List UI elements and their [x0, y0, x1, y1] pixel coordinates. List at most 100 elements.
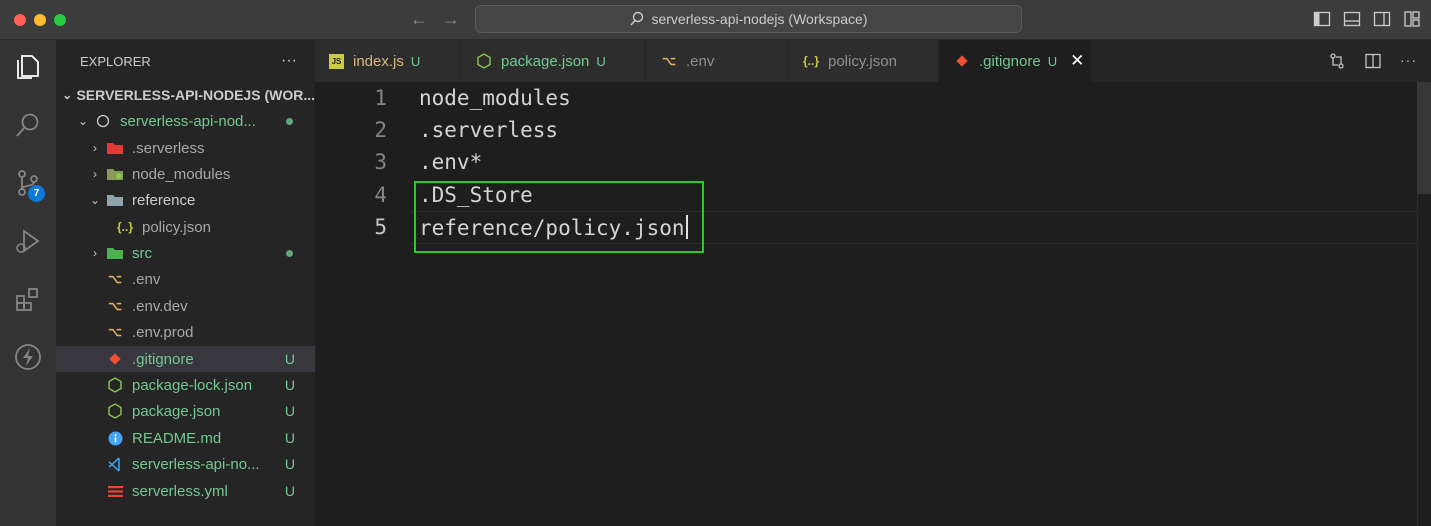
- env-icon: ⌥: [108, 299, 122, 313]
- tab-label: .env: [686, 52, 715, 70]
- tree-item-serverless-yml[interactable]: serverless.yml U: [56, 478, 315, 504]
- open-changes-icon[interactable]: [1328, 52, 1346, 75]
- modified-dot: [286, 117, 293, 125]
- tree-item-src[interactable]: › src: [56, 240, 315, 266]
- window-maximize-button[interactable]: [54, 14, 66, 26]
- tab-env[interactable]: ⌥ .env: [646, 40, 788, 82]
- yaml-icon: [106, 483, 124, 499]
- git-status-untracked: U: [284, 351, 295, 367]
- tree-label: README.md: [132, 429, 222, 447]
- command-center-search[interactable]: serverless-api-nodejs (Workspace): [475, 5, 1022, 33]
- nodejs-icon: [106, 377, 124, 393]
- workspace-label: SERVERLESS-API-NODEJS (WOR...: [76, 87, 315, 103]
- git-icon: [953, 53, 971, 69]
- tree-item-package-json[interactable]: package.json U: [56, 398, 315, 424]
- selection-highlight-box: [414, 181, 704, 253]
- nodejs-icon: [475, 53, 493, 69]
- tree-item-readme[interactable]: README.md U: [56, 425, 315, 451]
- json-icon: {..}: [116, 220, 133, 234]
- tree-item-serverless-folder[interactable]: › .serverless: [56, 135, 315, 161]
- git-status-untracked: U: [284, 456, 295, 472]
- tree-folder-root[interactable]: ⌄ serverless-api-nod...: [56, 108, 315, 134]
- tree-label: serverless-api-nod...: [120, 112, 256, 130]
- editor-tab-bar: JS index.js U package.json U ⌥ .env {..}…: [315, 40, 1431, 82]
- tree-label: .gitignore: [132, 350, 194, 368]
- src-folder-icon: [106, 245, 124, 261]
- git-status-untracked: U: [284, 483, 295, 499]
- tree-label: .env.dev: [132, 297, 188, 315]
- tab-label: package.json: [501, 52, 590, 70]
- tab-package-json[interactable]: package.json U: [461, 40, 646, 82]
- chevron-down-icon: ⌄: [62, 88, 73, 102]
- tree-item-workspace-file[interactable]: serverless-api-no... U: [56, 451, 315, 477]
- tab-status: U: [596, 53, 606, 69]
- line-number: 5: [374, 215, 387, 239]
- node-folder-icon: [106, 166, 124, 182]
- git-status-untracked: U: [284, 430, 295, 446]
- info-icon: [106, 430, 124, 446]
- explorer-header: EXPLORER ···: [56, 40, 315, 82]
- code-editor[interactable]: 1 node_modules 2 .serverless 3 .env* 4 .…: [315, 82, 1431, 526]
- tree-label: policy.json: [142, 218, 211, 236]
- tree-item-env-dev[interactable]: ⌥ .env.dev: [56, 293, 315, 319]
- toggle-panel-icon[interactable]: [1343, 10, 1361, 28]
- back-arrow-icon[interactable]: ←: [410, 9, 428, 30]
- tab-gitignore[interactable]: .gitignore U ✕: [939, 40, 1092, 82]
- modified-dot: [286, 249, 293, 257]
- tree-label: serverless.yml: [132, 482, 228, 500]
- tab-policy-json[interactable]: {..} policy.json: [788, 40, 939, 82]
- folder-open-icon: [106, 192, 124, 208]
- tree-label: serverless-api-no...: [132, 455, 260, 473]
- window-close-button[interactable]: [14, 14, 26, 26]
- more-editor-actions-icon[interactable]: ···: [1400, 52, 1417, 75]
- tree-label: package-lock.json: [132, 376, 253, 394]
- search-activity-icon[interactable]: [10, 107, 46, 143]
- root-folder-icon: [94, 113, 112, 129]
- code-line[interactable]: node_modules: [419, 86, 571, 110]
- workspace-section-header[interactable]: ⌄ SERVERLESS-API-NODEJS (WOR...: [56, 82, 315, 108]
- tree-label: .env.prod: [132, 323, 194, 341]
- tree-item-node-modules[interactable]: › node_modules: [56, 161, 315, 187]
- chevron-right-icon: ›: [93, 167, 97, 181]
- tree-label: node_modules: [132, 165, 231, 183]
- line-number: 3: [374, 150, 387, 174]
- window-title: serverless-api-nodejs (Workspace): [651, 11, 868, 27]
- git-icon: [106, 351, 124, 367]
- lightning-extension-icon[interactable]: [10, 339, 46, 375]
- tree-item-env-prod[interactable]: ⌥ .env.prod: [56, 319, 315, 345]
- tree-label: reference: [132, 191, 196, 209]
- explorer-icon[interactable]: [10, 49, 46, 85]
- serverless-folder-icon: [106, 140, 124, 156]
- source-control-badge: 7: [28, 185, 45, 202]
- tree-item-env[interactable]: ⌥ .env: [56, 266, 315, 292]
- run-debug-icon[interactable]: [10, 223, 46, 259]
- tree-item-reference[interactable]: ⌄ reference: [56, 187, 315, 213]
- search-icon: [630, 11, 644, 26]
- line-number: 4: [374, 183, 387, 207]
- code-line[interactable]: .serverless: [419, 118, 558, 142]
- toggle-secondary-sidebar-icon[interactable]: [1373, 10, 1391, 28]
- more-actions-icon[interactable]: ···: [281, 52, 297, 70]
- editor-scrollbar[interactable]: [1417, 82, 1431, 526]
- tree-item-gitignore[interactable]: .gitignore U: [56, 346, 315, 372]
- customize-layout-icon[interactable]: [1403, 10, 1421, 28]
- env-icon: ⌥: [662, 54, 676, 68]
- scrollbar-thumb[interactable]: [1417, 82, 1431, 194]
- split-editor-icon[interactable]: [1364, 52, 1382, 75]
- activity-bar: 7: [0, 40, 56, 526]
- title-bar: ← → serverless-api-nodejs (Workspace): [0, 0, 1431, 40]
- env-icon: ⌥: [108, 272, 122, 286]
- forward-arrow-icon[interactable]: →: [442, 9, 460, 30]
- line-number: 1: [374, 86, 387, 110]
- tree-item-package-lock-json[interactable]: package-lock.json U: [56, 372, 315, 398]
- tab-index-js[interactable]: JS index.js U: [315, 40, 461, 82]
- code-line[interactable]: .env*: [419, 150, 482, 174]
- tree-item-policy-json[interactable]: {..} policy.json: [56, 214, 315, 240]
- extensions-icon[interactable]: [10, 281, 46, 317]
- tree-label: .env: [132, 270, 161, 288]
- json-icon: {..}: [802, 54, 819, 68]
- close-tab-icon[interactable]: ✕: [1070, 51, 1084, 71]
- window-minimize-button[interactable]: [34, 14, 46, 26]
- tab-label: policy.json: [828, 52, 897, 70]
- toggle-primary-sidebar-icon[interactable]: [1313, 10, 1331, 28]
